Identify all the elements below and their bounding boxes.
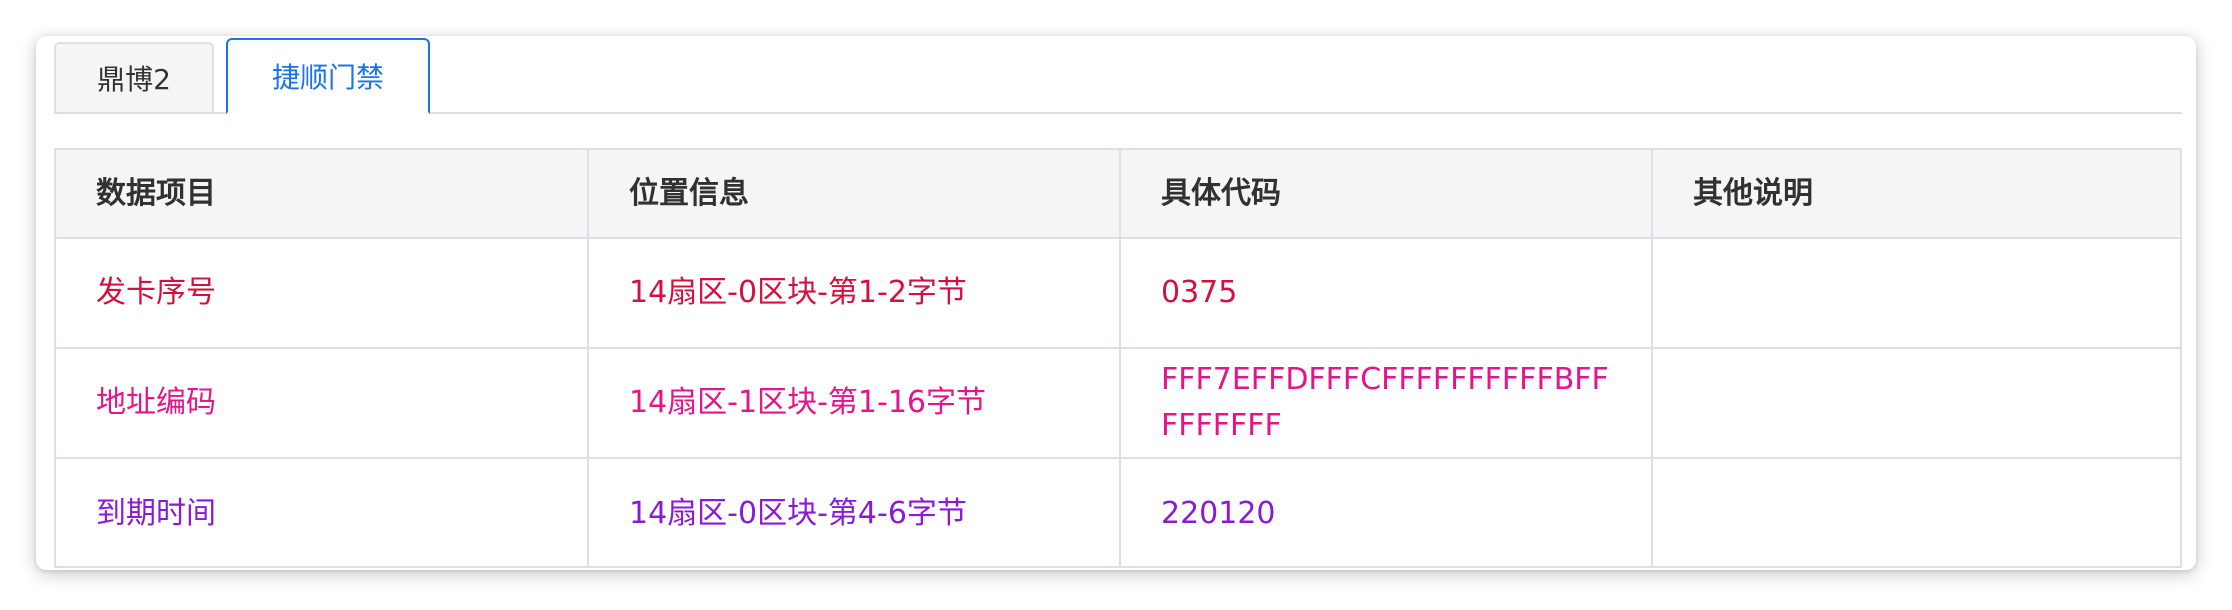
column-header-location: 位置信息 <box>587 150 1121 239</box>
table-header-row: 数据项目 位置信息 具体代码 其他说明 <box>56 150 2180 239</box>
data-table: 数据项目 位置信息 具体代码 其他说明 发卡序号 14扇区-0区块-第1-2字节… <box>54 148 2182 568</box>
cell-location: 14扇区-1区块-第1-16字节 <box>587 347 1121 459</box>
cell-item: 到期时间 <box>56 457 589 568</box>
cell-note <box>1651 347 2180 459</box>
cell-note <box>1651 237 2180 349</box>
cell-item: 地址编码 <box>56 347 589 459</box>
column-header-item: 数据项目 <box>56 150 589 239</box>
column-header-code: 具体代码 <box>1119 150 1653 239</box>
cell-note <box>1651 457 2180 568</box>
table-row: 地址编码 14扇区-1区块-第1-16字节 FFF7EFFDFFFCFFFFFF… <box>56 347 2180 459</box>
column-header-note: 其他说明 <box>1651 150 2180 239</box>
cell-code: 0375 <box>1119 237 1653 349</box>
tab-jieshun-access[interactable]: 捷顺门禁 <box>226 38 430 114</box>
cell-item: 发卡序号 <box>56 237 589 349</box>
table-row: 到期时间 14扇区-0区块-第4-6字节 220120 <box>56 457 2180 568</box>
tab-dingbo2[interactable]: 鼎博2 <box>54 42 214 112</box>
cell-code: FFF7EFFDFFFCFFFFFFFFFFBFFFFFFFFF <box>1119 347 1653 459</box>
cell-location: 14扇区-0区块-第4-6字节 <box>587 457 1121 568</box>
tab-panel-card: 鼎博2 捷顺门禁 数据项目 位置信息 具体代码 其他说明 发卡序号 14扇区-0… <box>36 36 2196 570</box>
cell-location: 14扇区-0区块-第1-2字节 <box>587 237 1121 349</box>
table-row: 发卡序号 14扇区-0区块-第1-2字节 0375 <box>56 237 2180 349</box>
tab-bar: 鼎博2 捷顺门禁 <box>54 38 2182 114</box>
cell-code: 220120 <box>1119 457 1653 568</box>
